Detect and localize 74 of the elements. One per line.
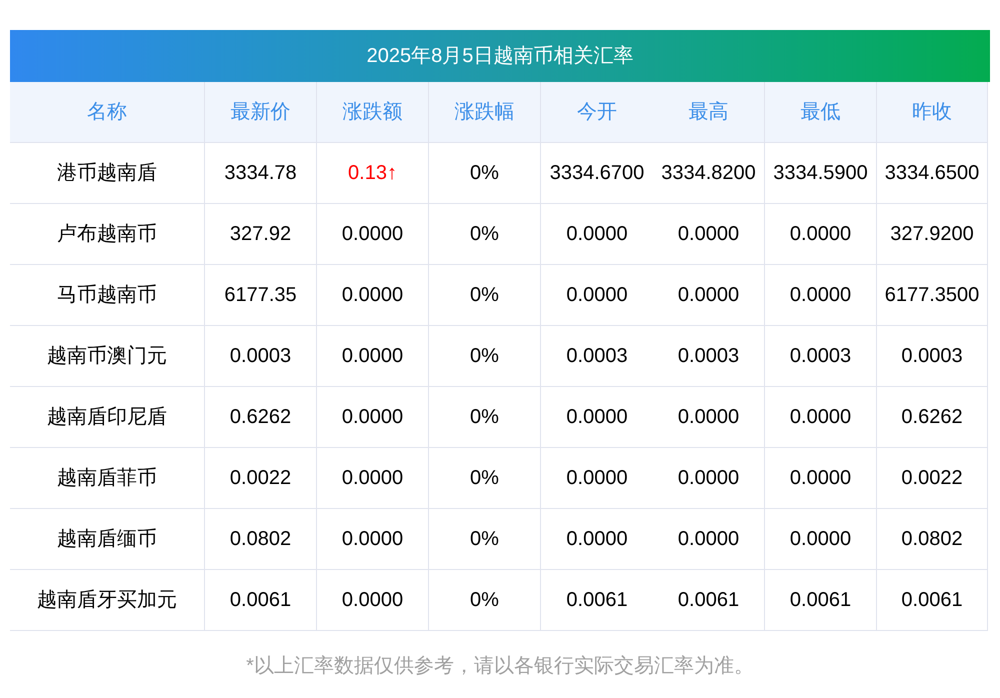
table-cell: 0.0003 [877,326,988,386]
table-cell: 0.0000 [653,509,765,569]
column-header: 最高 [653,82,765,142]
column-header: 最低 [765,82,877,142]
table-cell: 0.0000 [317,265,429,325]
table-cell: 0% [429,143,541,203]
table-cell: 0.0802 [205,509,317,569]
table-cell: 0.0000 [765,265,877,325]
table-cell: 0.0003 [765,326,877,386]
table-cell-text: 0.0061 [565,588,629,613]
table-cell: 0.6262 [877,387,988,447]
table-cell-text: 0.0000 [565,466,629,491]
table-cell: 0.0000 [317,570,429,630]
table-cell: 0.0000 [765,204,877,264]
column-header: 昨收 [877,82,988,142]
table-cell: 0.6262 [205,387,317,447]
table-cell-text: 0.0000 [565,222,629,247]
table-cell: 0% [429,326,541,386]
table-cell: 3334.78 [205,143,317,203]
table-cell: 0.0022 [205,448,317,508]
column-header: 最新价 [205,82,317,142]
table-cell: 327.92 [205,204,317,264]
footnote: *以上汇率数据仅供参考，请以各银行实际交易汇率为准。 [246,654,754,679]
table-cell-text: 0.0003 [565,344,629,369]
table-cell: 0.0000 [317,509,429,569]
table-cell: 0% [429,387,541,447]
table-cell: 卢布越南币 [10,204,205,264]
table-cell: 0.0000 [317,448,429,508]
table-cell: 0.0000 [317,326,429,386]
table-cell: 0.13↑ [317,143,429,203]
table-cell: 0.0000 [653,204,765,264]
table-cell: 越南盾菲币 [10,448,205,508]
table-cell: 0.0000 [653,265,765,325]
table-cell: 越南币澳门元 [10,326,205,386]
table-cell: 3334.5900 [765,143,877,203]
table-cell: 0.0061 [653,570,765,630]
table-cell-text: 0.0000 [565,405,629,430]
table-cell: 0.0061 [205,570,317,630]
table-cell: 0.0000 [317,204,429,264]
table-cell: 0.0061 [765,570,877,630]
table-cell: 0.0061 [877,570,988,630]
table-cell-text: 3334.6700 [548,161,646,186]
column-header: 名称 [10,82,205,142]
table-cell: 越南盾缅币 [10,509,205,569]
table-cell: 0% [429,509,541,569]
table-cell: 0% [429,448,541,508]
table-cell: 6177.3500 [877,265,988,325]
table-cell: 马币越南币 [10,265,205,325]
column-header: 涨跌额 [317,82,429,142]
table-cell: 3334.8200 [653,143,765,203]
table-cell: 越南盾印尼盾 [10,387,205,447]
table-cell: 3334.6500 [877,143,988,203]
column-header: 今开 [576,100,618,125]
table-cell: 0.0000 [765,448,877,508]
table-cell: 327.9200 [877,204,988,264]
table-cell: 0% [429,265,541,325]
column-header: 涨跌幅 [429,82,541,142]
table-cell: 港币越南盾 [10,143,205,203]
table-cell: 0.0003 [653,326,765,386]
table-cell-text: 0.0000 [565,527,629,552]
table-cell: 0.0000 [765,509,877,569]
table-cell: 0.0003 [205,326,317,386]
table-cell: 0.0000 [765,387,877,447]
table-cell: 0.0000 [653,448,765,508]
table-cell: 6177.35 [205,265,317,325]
table-cell: 0% [429,570,541,630]
table-cell: 0.0000 [317,387,429,447]
table-title-bar: 2025年8月5日越南币相关汇率 [10,30,990,82]
table-cell: 0.0802 [877,509,988,569]
table-cell: 0% [429,204,541,264]
table-cell: 0.0022 [877,448,988,508]
table-cell: 0.0000 [653,387,765,447]
table-cell-text: 0.0000 [565,283,629,308]
table-cell: 越南盾牙买加元 [10,570,205,630]
